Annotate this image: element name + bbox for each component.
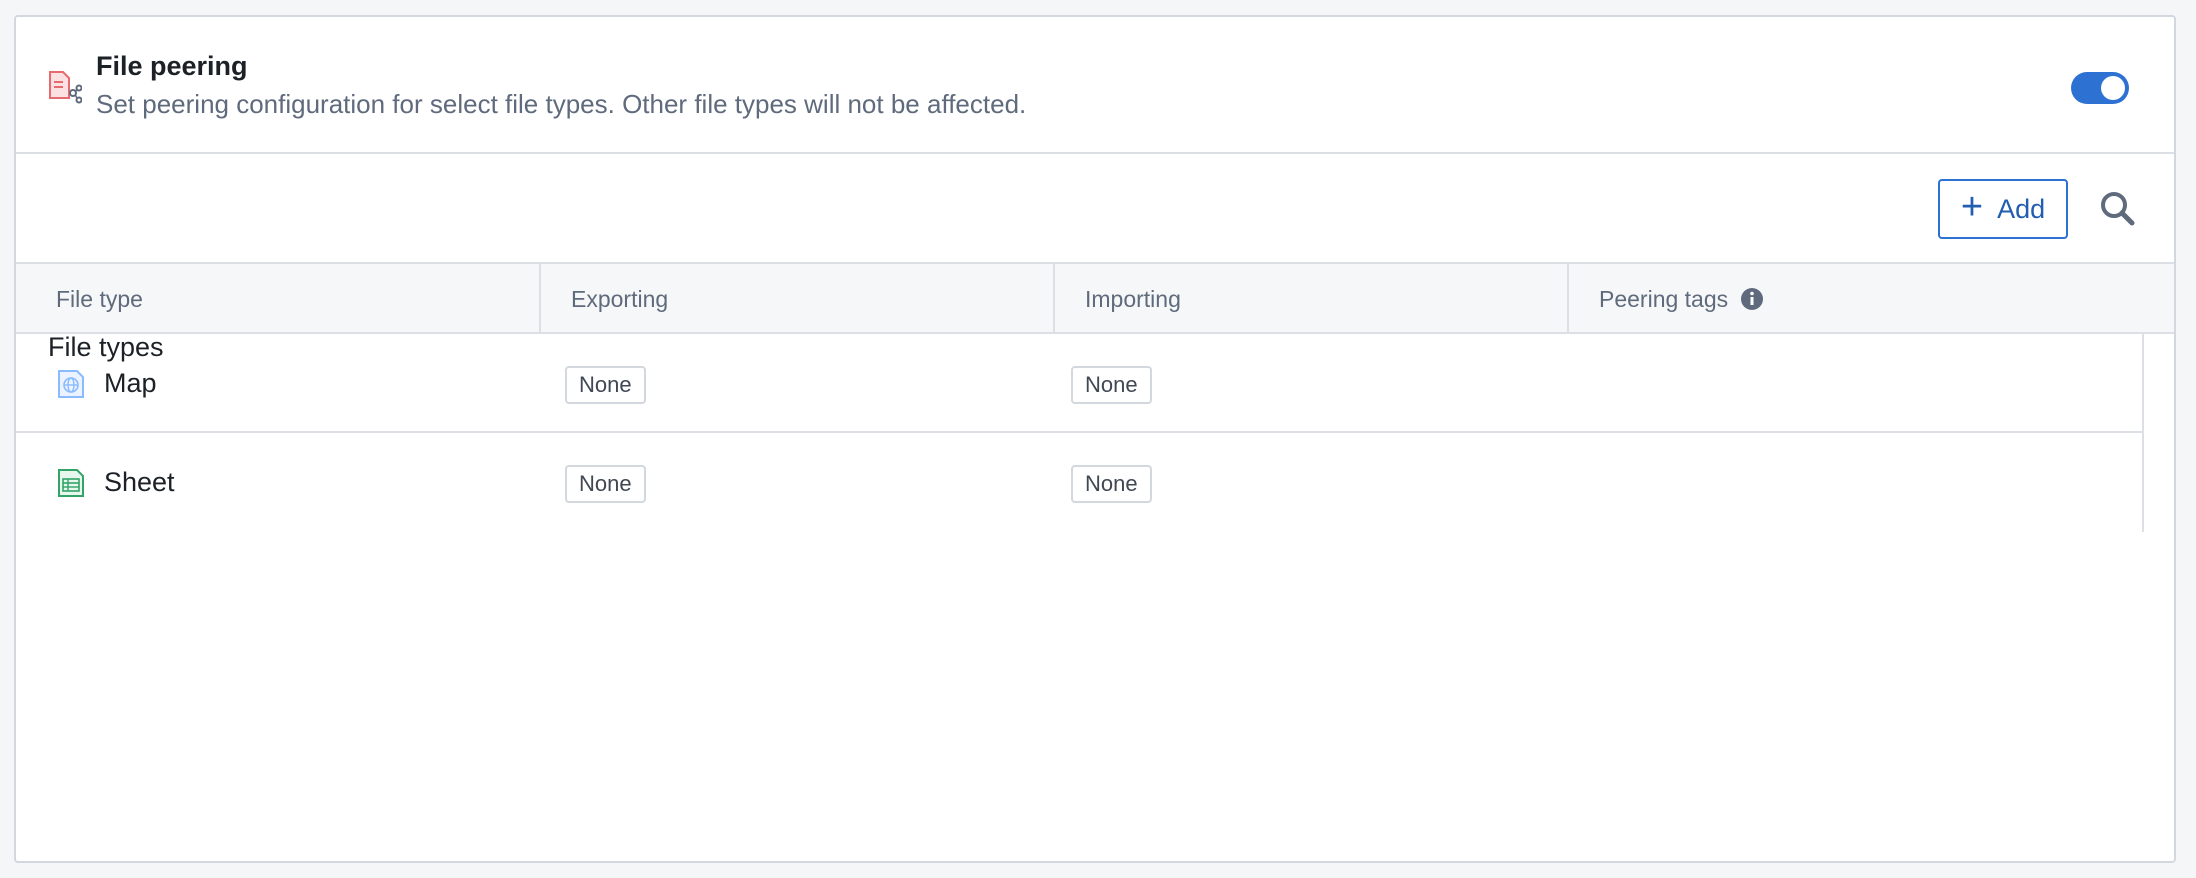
table-body: Map None None Sheet None None bbox=[16, 334, 2144, 532]
column-header-peering-tags[interactable]: Peering tags bbox=[1569, 264, 2174, 334]
toggle-knob bbox=[2101, 76, 2125, 100]
file-types-toolbar: File types + Add bbox=[16, 154, 2174, 362]
panel-header: File peering Set peering configuration f… bbox=[16, 17, 2174, 154]
column-header-importing[interactable]: Importing bbox=[1055, 264, 1569, 334]
file-peering-icon bbox=[49, 71, 82, 104]
search-icon[interactable] bbox=[2096, 187, 2140, 231]
file-peering-toggle[interactable] bbox=[2071, 72, 2129, 104]
add-button[interactable]: + Add bbox=[1938, 179, 2068, 239]
column-header-file-type[interactable]: File type bbox=[16, 264, 541, 334]
file-type-cell: Map bbox=[56, 334, 157, 433]
exporting-tag[interactable]: None bbox=[565, 366, 646, 404]
globe-icon bbox=[58, 369, 84, 398]
exporting-tag[interactable]: None bbox=[565, 465, 646, 503]
file-peering-panel: File peering Set peering configuration f… bbox=[14, 15, 2176, 863]
importing-tag[interactable]: None bbox=[1071, 465, 1152, 503]
add-button-label: Add bbox=[1997, 193, 2046, 224]
spreadsheet-icon bbox=[58, 468, 84, 497]
file-type-name: Sheet bbox=[104, 467, 175, 497]
file-types-table: File type Exporting Importing Peering ta… bbox=[16, 262, 2174, 532]
table-row[interactable]: Sheet None None bbox=[16, 433, 2142, 532]
column-header-exporting[interactable]: Exporting bbox=[541, 264, 1055, 334]
table-row[interactable]: Map None None bbox=[16, 334, 2142, 433]
plus-icon: + bbox=[1960, 186, 1984, 228]
importing-tag[interactable]: None bbox=[1071, 366, 1152, 404]
file-type-cell: Sheet bbox=[56, 433, 175, 532]
page-title: File peering bbox=[96, 51, 248, 81]
table-header: File type Exporting Importing Peering ta… bbox=[16, 262, 2174, 334]
file-type-name: Map bbox=[104, 368, 157, 398]
info-icon[interactable] bbox=[1740, 287, 1764, 311]
page-subtitle: Set peering configuration for select fil… bbox=[96, 89, 1027, 119]
